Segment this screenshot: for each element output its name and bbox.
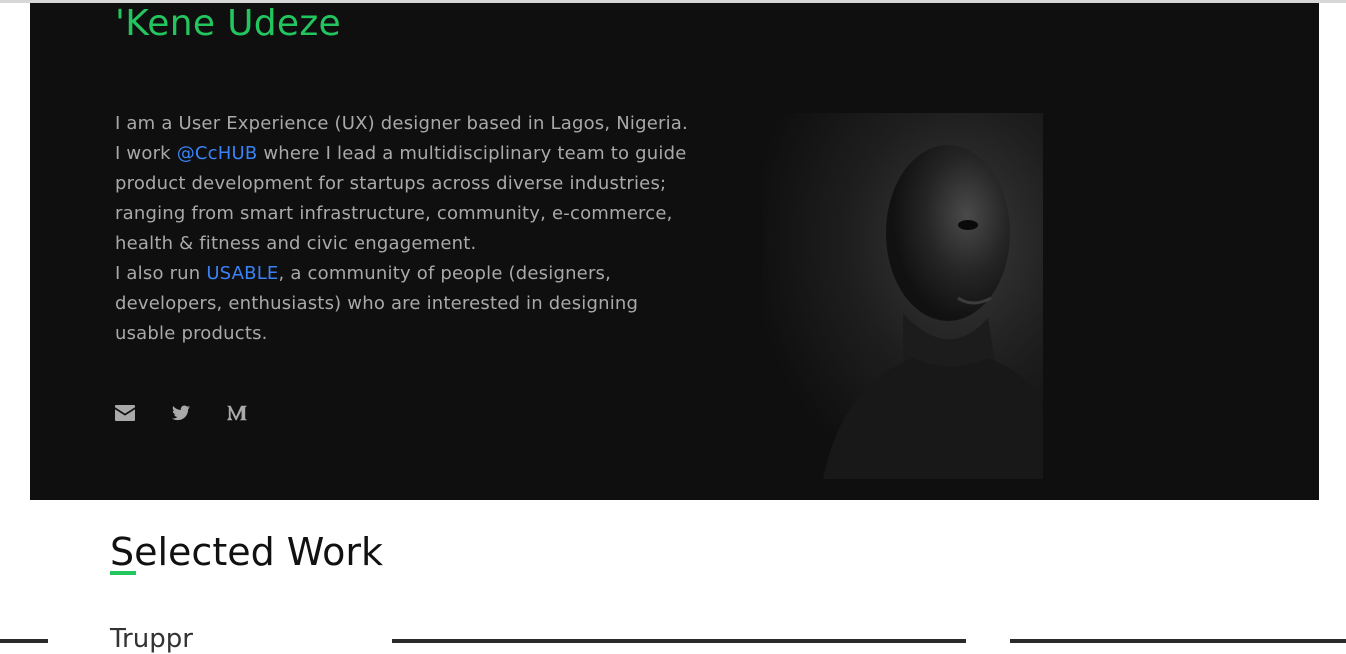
site-name[interactable]: 'Kene Udeze [115, 3, 341, 44]
cchub-link[interactable]: @CcHUB [177, 143, 258, 164]
social-links [115, 403, 247, 423]
envelope-icon[interactable] [115, 403, 135, 423]
usable-link[interactable]: USABLE [206, 263, 278, 284]
portrait-photo [763, 113, 1043, 479]
section-title-selected-work: Selected Work [110, 530, 384, 574]
bio-text-part: I also run [115, 263, 207, 284]
medium-icon[interactable] [227, 403, 247, 423]
twitter-icon[interactable] [171, 403, 191, 423]
hero-section: 'Kene Udeze I am a User Experience (UX) … [30, 3, 1319, 500]
project-thumbnail-strip [0, 639, 1346, 643]
title-underline [110, 571, 136, 575]
bio-text: I am a User Experience (UX) designer bas… [115, 109, 695, 349]
